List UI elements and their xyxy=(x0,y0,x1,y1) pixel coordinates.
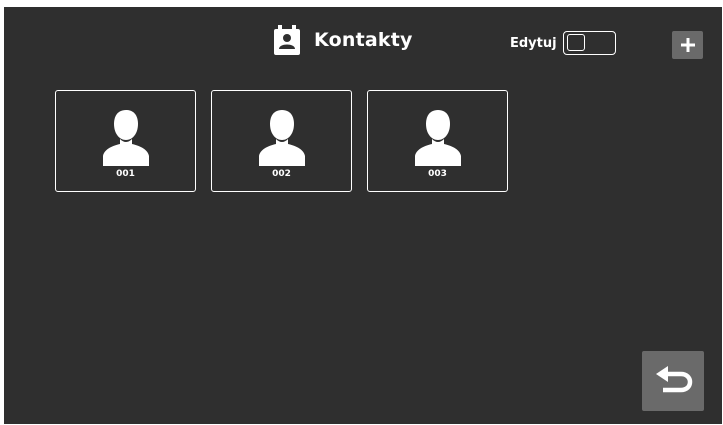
edit-toggle[interactable] xyxy=(562,31,616,55)
edit-toggle-knob xyxy=(566,34,585,51)
return-arrow-icon xyxy=(656,366,693,393)
contact-label: 001 xyxy=(116,169,135,179)
contact-card-002[interactable]: 002 xyxy=(211,90,352,192)
contact-label: 003 xyxy=(428,169,447,179)
page-header: Kontakty xyxy=(274,23,413,57)
back-button[interactable] xyxy=(642,351,704,411)
contact-card-001[interactable]: 001 xyxy=(55,90,196,192)
contacts-list: 001 002 003 xyxy=(55,90,508,192)
add-contact-button[interactable] xyxy=(672,31,703,59)
page-title: Kontakty xyxy=(314,29,413,51)
person-icon xyxy=(102,110,149,166)
plus-icon xyxy=(680,38,695,52)
contacts-book-icon xyxy=(274,25,300,55)
person-icon xyxy=(258,110,305,166)
contacts-screen: Kontakty Edytuj 001 002 003 xyxy=(4,7,722,424)
person-icon xyxy=(414,110,461,166)
edit-label: Edytuj xyxy=(510,35,557,51)
edit-mode-control: Edytuj xyxy=(510,31,616,55)
contact-label: 002 xyxy=(272,169,291,179)
contact-card-003[interactable]: 003 xyxy=(367,90,508,192)
